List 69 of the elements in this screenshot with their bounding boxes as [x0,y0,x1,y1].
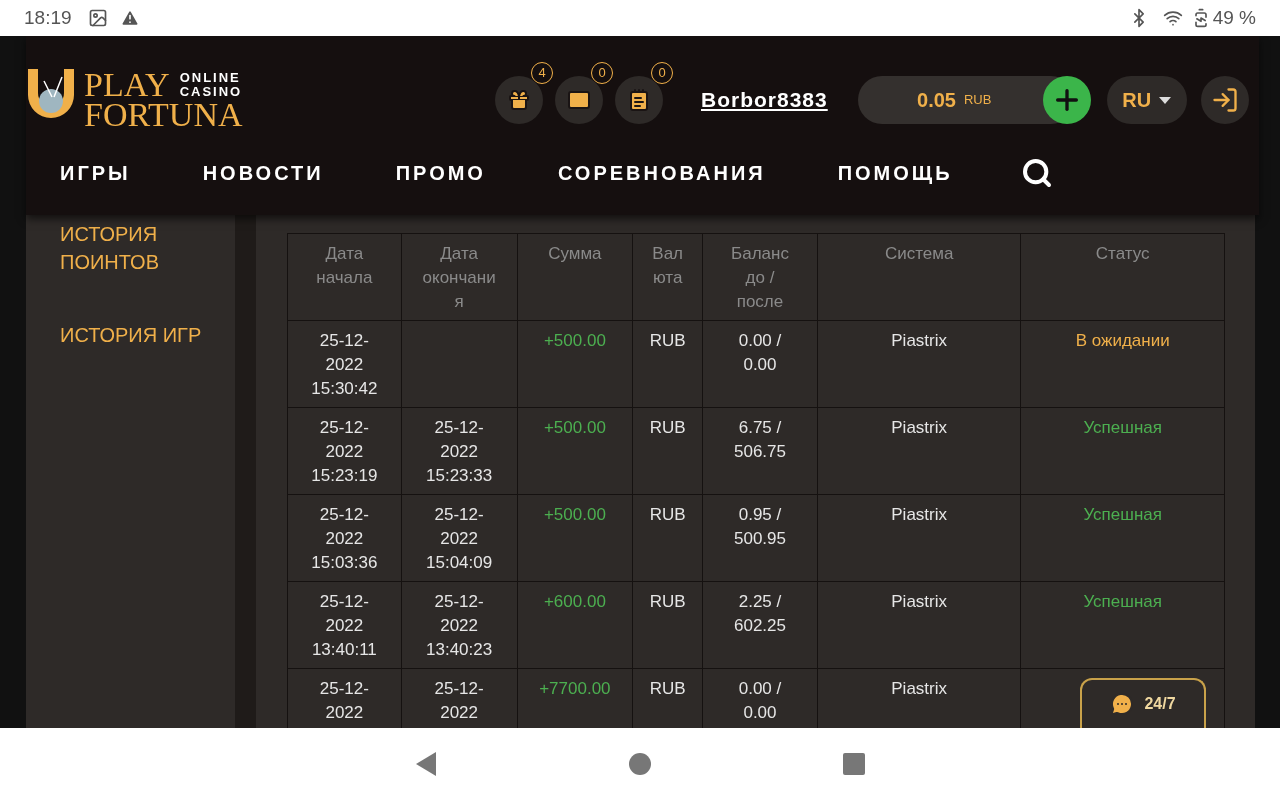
gift-button[interactable] [495,76,543,124]
table-cell: 0.95 / 500.95 [703,495,818,581]
nav-link[interactable]: СОРЕВНОВАНИЯ [557,158,766,188]
table-cell: +600.00 [517,582,634,668]
table-cell: 2.25 / 602.25 [703,582,818,668]
count-badge: 0 [591,62,613,84]
table-cell: RUB [633,495,704,581]
username-link[interactable]: Borbor8383 [701,84,828,116]
warning-icon [119,8,140,28]
table-cell: 25-12-2022 15:23:19 [288,408,402,494]
logo-tagline: CASINO [179,85,243,99]
gift-icon [507,88,531,112]
search-icon[interactable] [1020,157,1053,189]
wifi-icon [1162,8,1183,28]
nav-link[interactable]: ИГРЫ [60,158,131,188]
table-cell: RUB [633,321,704,407]
table-cell: +500.00 [517,321,634,407]
recents-icon[interactable] [842,752,866,776]
caret-icon [1159,96,1172,104]
nav-link[interactable]: ПОМОЩЬ [837,158,953,188]
table-cell: 0.00 / 0.00 [703,321,818,407]
nav-link[interactable]: НОВОСТИ [202,158,324,188]
column-header: Сумма [517,234,634,320]
logo-tagline: ONLINE [179,71,242,85]
table-cell: +500.00 [517,495,634,581]
column-header: Валюта [633,234,704,320]
logo-text: PLAY [84,70,170,100]
image-icon [87,8,108,28]
mail-button[interactable] [555,76,603,124]
table-cell: Piastrix [817,582,1022,668]
logo-text: FORTUNA [84,100,243,130]
count-badge: 4 [531,62,553,84]
table-cell: 25-12-2022 15:04:09 [401,495,518,581]
clock: 18:19 [24,5,72,30]
status-cell-text: Успешная [1082,591,1163,613]
home-icon[interactable] [628,752,652,776]
balance-amount: 0.05 [917,88,956,113]
sidebar-link[interactable]: ИСТОРИЯ ИГР [60,321,210,349]
back-icon[interactable] [414,751,438,777]
table-cell: 25-12-2022 15:30:42 [288,321,402,407]
column-header: Система [817,234,1022,320]
table-cell: 25-12-2022 15:03:36 [288,495,402,581]
column-header: Дата начала [288,234,402,320]
nav-link[interactable]: ПРОМО [395,158,486,188]
battery-level: 49 % [1212,5,1256,30]
status-cell-text: В ожидании [1074,330,1171,352]
notepad-icon [627,88,651,112]
table-cell: +500.00 [517,408,634,494]
table-cell: 6.75 / 506.75 [703,408,818,494]
table-cell: 25-12-2022 13:40:11 [288,582,402,668]
logout-button[interactable] [1200,76,1249,124]
table-cell: Piastrix [817,408,1022,494]
count-badge: 0 [651,62,673,84]
table-cell: Piastrix [817,321,1022,407]
table-cell: Piastrix [817,495,1022,581]
status-cell-text: Успешная [1082,417,1163,439]
language-select[interactable]: RU [1106,76,1187,124]
table-cell: 25-12-2022 15:23:33 [401,408,518,494]
table-cell: 25-12-2022 13:40:23 [401,582,518,668]
table-cell: RUB [633,582,704,668]
balance-currency: RUB [963,91,992,110]
column-header: Статус [1094,243,1151,265]
notes-button[interactable] [615,76,663,124]
chat-button[interactable]: 24/7 [1080,678,1206,728]
table-cell: RUB [633,408,704,494]
column-header: Баланс до / после [703,234,818,320]
sidebar-link[interactable]: ИСТОРИЯ ПОИНТОВ [60,220,210,276]
status-cell-text: Успешная [1082,504,1163,526]
column-header: Дата окончания [401,234,518,320]
